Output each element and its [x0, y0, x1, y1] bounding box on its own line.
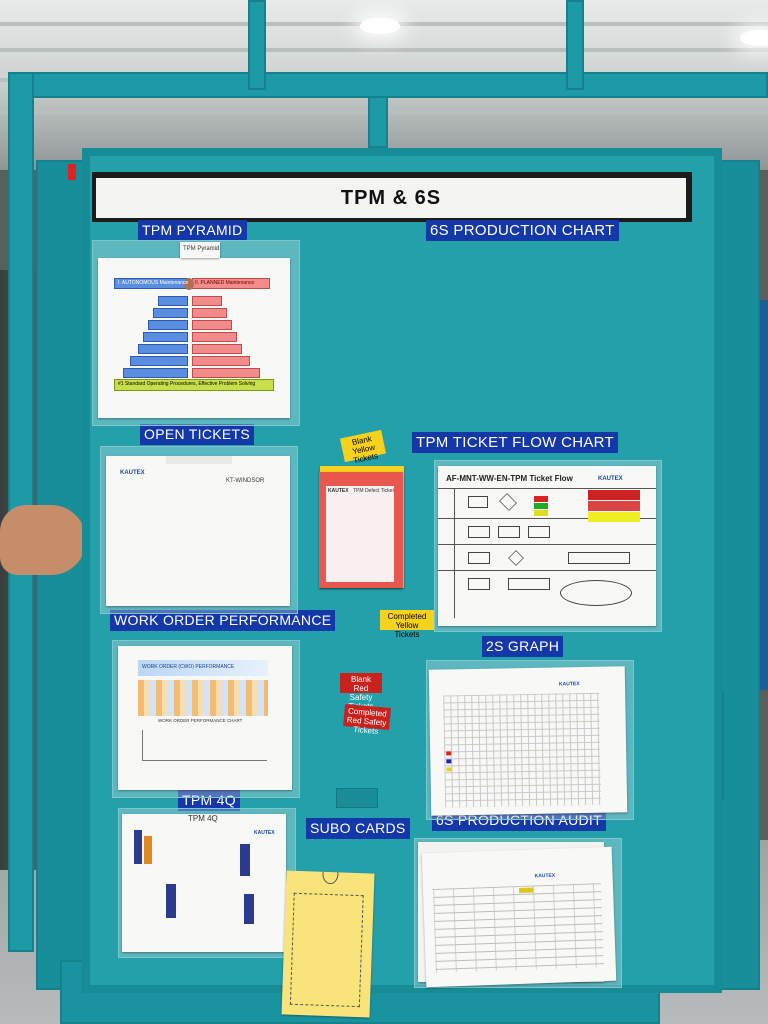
label-subo-cards: SUBO CARDS [306, 818, 410, 839]
cart-top-rail [8, 72, 768, 98]
label-tpm-pyramid: TPM PYRAMID [138, 220, 247, 241]
audit-logo: KAUTEX [534, 872, 556, 880]
pyramid-header: TPM Pyramid [183, 246, 220, 252]
red-clip [68, 164, 76, 180]
tag-completed-red: Completed Red Safety Tickets [343, 704, 391, 736]
flow-title: AF-MNT-WW-EN-TPM Ticket Flow [446, 474, 573, 483]
pyramid-right-top: II. PLANNED Maintenance [195, 280, 255, 286]
label-open-tickets: OPEN TICKETS [140, 424, 255, 445]
cart-upright [248, 0, 266, 90]
work-order-title: WORK ORDER (CWO) PERFORMANCE [142, 664, 235, 670]
flow-logo: KAUTEX [598, 476, 623, 482]
work-order-chart-title: WORK ORDER PERFORMANCE CHART [158, 718, 243, 723]
site-name: KT-WINDSOR [226, 478, 265, 484]
tag-completed-yellow: Completed Yellow Tickets [380, 610, 434, 639]
ceiling-light [360, 18, 400, 34]
label-production-chart: 6S PRODUCTION CHART [426, 220, 619, 241]
work-order-sheet: WORK ORDER (CWO) PERFORMANCE WORK ORDER … [118, 646, 292, 790]
tpm4q-header: TPM 4Q [188, 814, 218, 823]
cart-upright [566, 0, 584, 90]
pyramid-header-note: TPM Pyramid [180, 242, 220, 258]
label-2s-graph: 2S GRAPH [482, 636, 564, 657]
flow-sheet: AF-MNT-WW-EN-TPM Ticket Flow KAUTEX [438, 466, 656, 626]
graph-sheet: KAUTEX [428, 666, 628, 816]
cart-hook [368, 96, 388, 148]
ticket-brand: KAUTEX [328, 488, 349, 494]
kautex-logo: KAUTEX [120, 470, 145, 476]
tag-blank-red: Blank Red Safety Tickets [340, 673, 382, 711]
ceiling-light [740, 30, 768, 46]
red-ticket: KAUTEX TPM Defect Ticket [319, 472, 403, 588]
subo-cards [281, 870, 375, 1018]
tpm4q-logo: KAUTEX [254, 830, 275, 836]
hand [0, 505, 86, 575]
board-title: TPM & 6S [96, 178, 686, 218]
board-bracket [336, 788, 378, 808]
tpm4q-sheet: TPM 4Q KAUTEX [122, 814, 286, 952]
label-ticket-flow: TPM TICKET FLOW CHART [412, 432, 618, 453]
graph-logo: KAUTEX [558, 681, 580, 688]
open-tickets-sheet: KAUTEX KT-WINDSOR [106, 456, 290, 606]
pyramid-base: #1 Standard Operating Procedures, Effect… [118, 381, 256, 387]
pyramid-left-top: I. AUTONOMOUS Maintenance [118, 280, 189, 286]
ticket-title: TPM Defect Ticket [353, 488, 394, 494]
audit-sheet: KAUTEX [421, 846, 617, 988]
